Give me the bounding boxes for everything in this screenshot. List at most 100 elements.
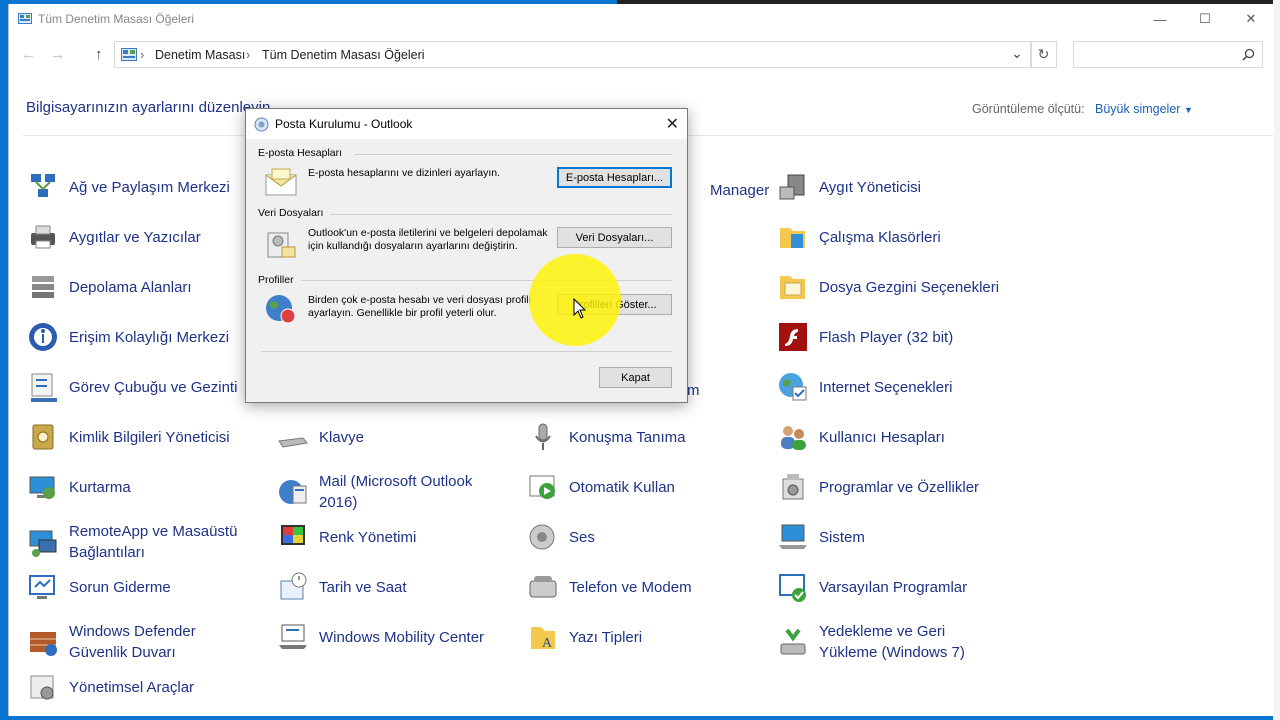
item-label: Yönetimsel Araçlar [69,678,195,696]
email-accounts-button[interactable]: E-posta Hesapları... [557,167,672,188]
page-title: Bilgisayarınızın ayarlarını düzenleyin [26,99,271,116]
item-flash-player[interactable]: Flash Player (32 bit) [777,321,953,353]
breadcrumb-denetim-masasi[interactable]: Denetim Masası [155,48,245,62]
item-yedekleme[interactable]: Yedekleme ve Geri Yükleme (Windows 7) [777,621,999,663]
item-label: RemoteApp ve Masaüstü Bağlantıları [69,523,238,561]
item-aygitlar-ve-yazicilar[interactable]: Aygıtlar ve Yazıcılar [27,221,201,253]
item-aygit-yoneticisi[interactable]: Aygıt Yöneticisi [777,171,921,203]
item-label: Otomatik Kullan [569,478,675,496]
profiles-description: Birden çok e-posta hesabı ve veri dosyas… [308,294,531,319]
item-yonetimsel-araclar[interactable]: Yönetimsel Araçlar [27,671,194,703]
mail-setup-icon [254,117,269,132]
view-by-dropdown[interactable]: Büyük simgeler ▼ [1095,102,1193,116]
view-by-value: Büyük simgeler [1095,102,1181,116]
mouse-pointer-icon [573,298,587,319]
default-programs-icon [779,574,806,602]
item-otomatik-kullan[interactable]: Otomatik Kullan [527,471,675,503]
group-divider [330,214,672,215]
breadcrumb-separator: › [140,48,145,62]
credential-icon [32,424,54,450]
item-konusma-tanima[interactable]: Konuşma Tanıma [527,421,685,453]
search-icon [1242,48,1255,61]
item-kurtarma[interactable]: Kurtarma [27,471,131,503]
item-remoteapp[interactable]: RemoteApp ve Masaüstü Bağlantıları [27,521,249,563]
refresh-button[interactable]: ↻ [1030,41,1057,68]
data-files-description: Outlook'un e-posta iletilerini ve belgel… [308,227,548,252]
item-varsayilan-programlar[interactable]: Varsayılan Programlar [777,571,967,603]
admin-tools-icon [30,675,54,700]
item-windows-mobility[interactable]: Windows Mobility Center [277,621,484,653]
folder-options-icon [780,276,805,299]
item-label: Görev Çubuğu ve Gezinti [69,378,238,396]
dialog-title: Posta Kurulumu - Outlook [275,117,413,131]
mail-icon [279,480,307,504]
item-label: Sorun Giderme [69,578,171,596]
item-depolama-alanlari[interactable]: Depolama Alanları [27,271,192,303]
item-label: Flash Player (32 bit) [819,328,954,346]
recovery-icon [29,476,55,499]
item-sorun-giderme[interactable]: Sorun Giderme [27,571,171,603]
item-tarih-ve-saat[interactable]: Tarih ve Saat [277,571,407,603]
close-dialog-button[interactable]: Kapat [599,367,672,388]
window-title: Tüm Denetim Masası Öğeleri [38,12,195,26]
profiles-icon [266,295,296,324]
back-button[interactable]: ← [21,46,36,63]
item-label: Yedekleme ve Geri Yükleme (Windows 7) [819,623,965,661]
phone-icon [529,576,557,598]
item-renk-yonetimi[interactable]: Renk Yönetimi [277,521,416,553]
item-label: Sistem [819,528,865,546]
troubleshoot-icon [29,575,55,599]
item-ag-ve-paylasim[interactable]: Ağ ve Paylaşım Merkezi [27,171,230,203]
profiles-group-label: Profiller [258,274,294,286]
item-kullanici-hesaplari[interactable]: Kullanıcı Hesapları [777,421,945,453]
item-calisma-klasorleri[interactable]: Çalışma Klasörleri [777,221,941,253]
email-accounts-description: E-posta hesaplarını ve dizinleri ayarlay… [308,167,501,179]
item-label: Mail (Microsoft Outlook 2016) [319,473,473,511]
background-window-edge [1273,0,1280,720]
item-label: Varsayılan Programlar [819,578,968,596]
remoteapp-icon [29,530,57,557]
item-label: Windows Defender Güvenlik Duvarı [69,623,196,661]
item-label: Ses [569,528,595,546]
data-files-button[interactable]: Veri Dosyaları... [557,227,672,248]
item-yazi-tipleri[interactable]: A Yazı Tipleri [527,621,642,653]
item-programlar-ve-ozellikler[interactable]: Programlar ve Özellikler [777,471,979,503]
partial-item-label[interactable]: Manager [710,182,769,199]
view-by-label: Görüntüleme ölçütü: [972,102,1085,116]
email-accounts-icon [265,168,297,196]
users-icon [781,426,806,450]
item-dosya-gezgini[interactable]: Dosya Gezgini Seçenekleri [777,271,999,303]
breadcrumb-current[interactable]: Tüm Denetim Masası Öğeleri [262,48,425,62]
search-input[interactable] [1073,41,1263,68]
item-label: Klavye [319,428,365,446]
group-divider [354,154,672,155]
maximize-button[interactable]: ☐ [1182,4,1228,34]
backup-icon [780,628,806,655]
item-internet-secenekleri[interactable]: Internet Seçenekleri [777,371,952,403]
item-gorev-cubugu[interactable]: Görev Çubuğu ve Gezinti [27,371,237,403]
minimize-button[interactable]: — [1137,4,1183,34]
device-manager-icon [779,174,805,200]
address-bar[interactable]: › Denetim Masası › Tüm Denetim Masası Öğ… [114,41,1032,68]
item-ses[interactable]: Ses [527,521,595,553]
forward-button[interactable]: → [50,46,65,63]
item-label: Yazı Tipleri [569,628,643,646]
item-mail[interactable]: Mail (Microsoft Outlook 2016) [277,471,499,513]
close-button[interactable]: ✕ [1228,4,1274,34]
svg-text:A: A [542,636,553,651]
item-telefon-ve-modem[interactable]: Telefon ve Modem [527,571,692,603]
control-panel-icon [18,13,32,24]
mobility-icon [279,624,307,649]
item-erisim-kolayligi[interactable]: Erişim Kolaylığı Merkezi [27,321,229,353]
item-kimlik-bilgileri[interactable]: Kimlik Bilgileri Yöneticisi [27,421,230,453]
item-klavye[interactable]: Klavye [277,421,364,453]
control-panel-icon [121,48,137,61]
item-label: Windows Mobility Center [319,628,485,646]
item-sistem[interactable]: Sistem [777,521,865,553]
chevron-down-icon[interactable]: ⌄ [1011,45,1023,62]
partial-item-label[interactable]: m [687,382,700,399]
item-windows-defender[interactable]: Windows Defender Güvenlik Duvarı [27,621,249,663]
up-button[interactable]: ↑ [95,46,103,63]
dialog-close-button[interactable]: ✕ [666,114,679,134]
item-label: Konuşma Tanıma [569,428,686,446]
